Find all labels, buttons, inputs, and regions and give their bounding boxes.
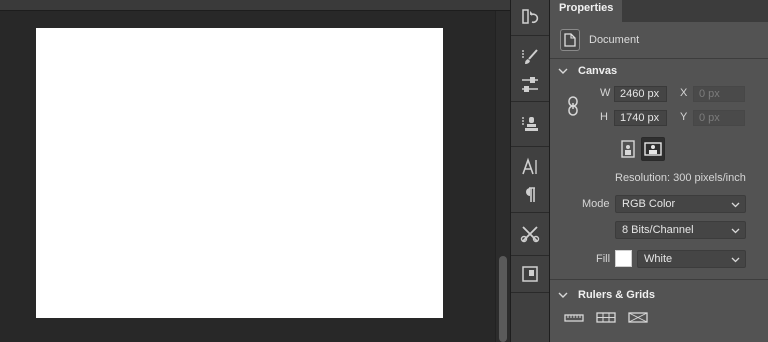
navigator-icon[interactable] xyxy=(518,262,542,286)
properties-panel: Properties Document Canvas W 2460 px X 0… xyxy=(550,0,768,342)
height-field[interactable]: 1740 px xyxy=(614,110,667,126)
guides-icon[interactable] xyxy=(628,310,648,324)
fill-color-swatch[interactable] xyxy=(615,250,632,267)
panel-tab-bar: Properties xyxy=(550,0,768,22)
canvas-section-title: Canvas xyxy=(578,65,618,77)
chevron-down-icon xyxy=(558,292,568,298)
mode-value: RGB Color xyxy=(622,198,676,210)
rulers-grids-section-header[interactable]: Rulers & Grids xyxy=(558,287,655,303)
link-dimensions-icon[interactable] xyxy=(566,96,580,116)
panel-icon-strip xyxy=(510,0,550,342)
divider xyxy=(550,58,768,59)
chevron-down-icon xyxy=(558,68,568,74)
fill-select[interactable]: White xyxy=(637,250,746,268)
mode-select[interactable]: RGB Color xyxy=(615,195,746,213)
bit-depth-select[interactable]: 8 Bits/Channel xyxy=(615,221,746,239)
x-field[interactable]: 0 px xyxy=(693,86,745,102)
bit-depth-value: 8 Bits/Channel xyxy=(622,224,694,236)
width-field[interactable]: 2460 px xyxy=(614,86,667,102)
document-tab-bar xyxy=(0,0,510,11)
tool-group-navigator xyxy=(511,256,549,293)
height-label: H xyxy=(600,111,608,123)
tab-properties[interactable]: Properties xyxy=(550,0,622,22)
rulers-grids-title: Rulers & Grids xyxy=(578,289,656,301)
paragraph-icon[interactable] xyxy=(518,183,542,207)
landscape-icon xyxy=(644,142,662,156)
tool-group-brush xyxy=(511,36,549,102)
landscape-orientation-button[interactable] xyxy=(641,137,665,161)
portrait-icon xyxy=(621,140,635,158)
grid-icon[interactable] xyxy=(596,310,616,324)
scrollbar-thumb[interactable] xyxy=(499,256,507,342)
history-icon[interactable] xyxy=(518,5,542,29)
document-label: Document xyxy=(589,34,640,46)
tool-group-clone xyxy=(511,102,549,147)
ruler-icon[interactable] xyxy=(564,310,584,324)
chevron-down-icon xyxy=(731,257,740,263)
width-label: W xyxy=(600,87,611,99)
character-icon[interactable] xyxy=(518,155,542,179)
fill-label: Fill xyxy=(596,253,611,265)
tool-group-history xyxy=(511,0,549,36)
tool-group-type xyxy=(511,147,549,213)
document-canvas[interactable] xyxy=(36,28,443,318)
document-icon xyxy=(560,29,580,51)
canvas-section-header[interactable]: Canvas xyxy=(558,63,617,79)
portrait-orientation-button[interactable] xyxy=(616,137,640,161)
fill-value: White xyxy=(644,253,673,265)
vertical-scrollbar[interactable] xyxy=(495,11,510,342)
chevron-down-icon xyxy=(731,202,740,208)
divider xyxy=(550,279,768,280)
document-header: Document xyxy=(560,28,639,52)
y-field[interactable]: 0 px xyxy=(693,110,745,126)
clone-source-icon[interactable] xyxy=(518,112,542,136)
resolution-text: Resolution: 300 pixels/inch xyxy=(615,172,746,184)
adjust-sliders-icon[interactable] xyxy=(518,73,542,97)
tool-presets-icon[interactable] xyxy=(518,222,542,246)
mode-label: Mode xyxy=(582,198,610,210)
x-label: X xyxy=(680,87,688,99)
document-workspace[interactable] xyxy=(0,0,495,342)
brush-presets-icon[interactable] xyxy=(518,45,542,69)
tool-group-presets xyxy=(511,213,549,256)
chevron-down-icon xyxy=(731,228,740,234)
y-label: Y xyxy=(680,111,688,123)
